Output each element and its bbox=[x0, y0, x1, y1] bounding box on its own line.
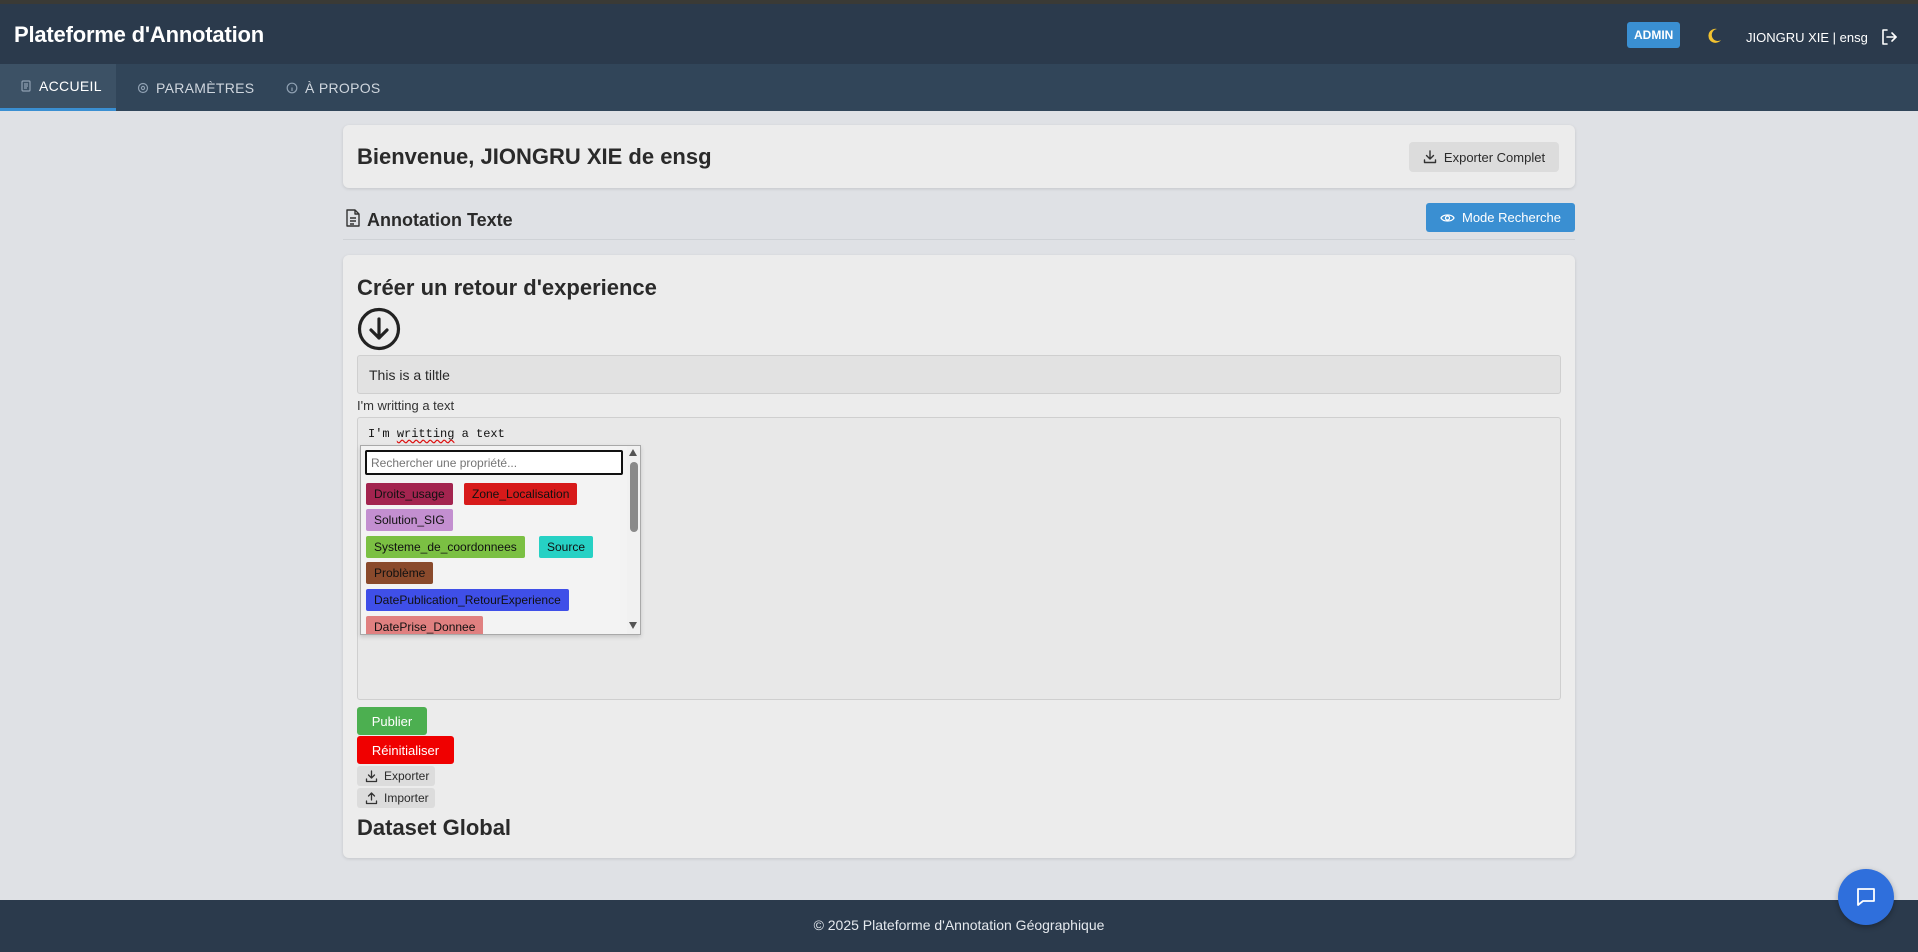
tab-a-propos-label: À PROPOS bbox=[305, 79, 381, 96]
app-header: Plateforme d'Annotation ADMIN JIONGRU XI… bbox=[0, 4, 1918, 64]
role-badge: ADMIN bbox=[1627, 22, 1681, 48]
export-button[interactable]: Exporter bbox=[357, 766, 435, 786]
form-heading: Créer un retour d'experience bbox=[357, 275, 657, 300]
export-label: Exporter bbox=[384, 769, 430, 783]
download-icon bbox=[365, 769, 378, 782]
page-footer: © 2025 Plateforme d'Annotation Géographi… bbox=[0, 900, 1918, 952]
tag-source[interactable]: Source bbox=[539, 536, 594, 558]
section-title: Annotation Texte bbox=[367, 210, 513, 230]
chat-icon bbox=[1857, 888, 1875, 906]
scroll-up-icon[interactable] bbox=[629, 449, 637, 456]
tab-parametres[interactable]: PARAMÈTRES bbox=[137, 64, 254, 111]
scroll-thumb[interactable] bbox=[630, 462, 638, 532]
export-full-label: Exporter Complet bbox=[1443, 149, 1546, 165]
text-suffix: a text bbox=[454, 427, 505, 441]
info-icon bbox=[286, 82, 298, 93]
mode-recherche-button[interactable]: Mode Recherche bbox=[1426, 203, 1575, 232]
logout-icon[interactable] bbox=[1880, 28, 1898, 46]
chat-button[interactable] bbox=[1838, 869, 1894, 925]
tag-droits-usage[interactable]: Droits_usage bbox=[366, 483, 453, 505]
tag-solution-sig[interactable]: Solution_SIG bbox=[366, 509, 453, 531]
reset-button[interactable]: Réinitialiser bbox=[357, 736, 454, 764]
mode-recherche-label: Mode Recherche bbox=[1462, 210, 1561, 225]
tab-accueil[interactable]: ACCUEIL bbox=[0, 64, 116, 111]
tag-datepublication-retourexperience[interactable]: DatePublication_RetourExperience bbox=[366, 589, 569, 611]
dataset-title: Dataset Global bbox=[357, 815, 512, 840]
import-label: Importer bbox=[384, 791, 429, 805]
tag-systeme-de-coordonnees[interactable]: Systeme_de_coordonnees bbox=[366, 536, 525, 558]
property-search-input[interactable] bbox=[365, 450, 623, 475]
app-title: Plateforme d'Annotation bbox=[14, 22, 264, 47]
tab-parametres-label: PARAMÈTRES bbox=[156, 79, 255, 96]
section-header: Annotation Texte Mode Recherche bbox=[343, 203, 1575, 240]
tab-a-propos[interactable]: À PROPOS bbox=[286, 64, 381, 111]
welcome-text: Bienvenue, JIONGRU XIE de ensg bbox=[357, 144, 712, 169]
welcome-card: Bienvenue, JIONGRU XIE de ensg Exporter … bbox=[343, 125, 1575, 188]
download-icon bbox=[1423, 150, 1437, 164]
tag-probleme[interactable]: Problème bbox=[366, 562, 434, 584]
misspelled-word: writting bbox=[396, 427, 455, 441]
export-full-button[interactable]: Exporter Complet bbox=[1409, 142, 1559, 172]
moon-icon[interactable] bbox=[1704, 26, 1724, 46]
scroll-down-icon[interactable] bbox=[629, 622, 637, 629]
arrow-down-circle-icon[interactable] bbox=[357, 307, 401, 351]
text-label: I'm writting a text bbox=[357, 398, 455, 413]
main-nav: ACCUEIL PARAMÈTRES À PROPOS bbox=[0, 64, 1918, 111]
home-icon bbox=[21, 80, 31, 92]
dropdown-scrollbar[interactable] bbox=[627, 446, 640, 634]
user-label: JIONGRU XIE | ensg bbox=[1746, 30, 1868, 45]
text-editor-content: I'm writting a text bbox=[368, 427, 505, 441]
footer-text: © 2025 Plateforme d'Annotation Géographi… bbox=[813, 917, 1105, 933]
property-dropdown: Droits_usage Zone_Localisation Solution_… bbox=[360, 445, 641, 635]
tab-accueil-label: ACCUEIL bbox=[39, 78, 102, 94]
eye-icon bbox=[1440, 213, 1455, 222]
import-button[interactable]: Importer bbox=[357, 788, 435, 808]
tag-dateprise-donnee[interactable]: DatePrise_Donnee bbox=[366, 616, 484, 634]
settings-icon bbox=[137, 82, 149, 93]
text-prefix: I'm bbox=[368, 427, 397, 441]
tag-zone-localisation[interactable]: Zone_Localisation bbox=[464, 483, 578, 505]
document-icon bbox=[346, 209, 360, 227]
publish-button[interactable]: Publier bbox=[357, 707, 427, 735]
annotation-form-card: Créer un retour d'experience I'm writtin… bbox=[343, 255, 1575, 858]
text-editor[interactable]: I'm writting a text Droits_usage Zone_Lo… bbox=[357, 417, 1561, 700]
title-input[interactable] bbox=[357, 355, 1561, 394]
upload-icon bbox=[365, 791, 378, 804]
